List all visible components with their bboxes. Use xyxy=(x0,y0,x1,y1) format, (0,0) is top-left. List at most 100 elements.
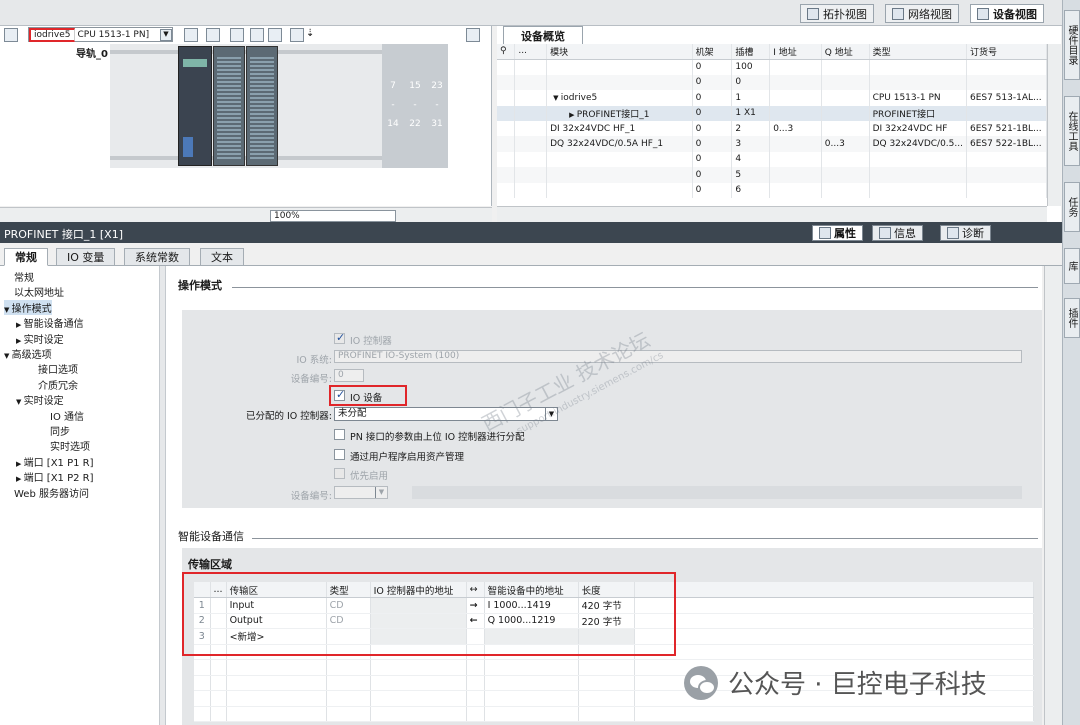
nav-item[interactable]: Web 服务器访问 xyxy=(4,485,89,500)
device-add-icon[interactable] xyxy=(4,28,18,42)
collapse-arrow-icon[interactable]: ▶ xyxy=(569,111,577,119)
nav-item[interactable]: IO 通信 xyxy=(40,408,84,423)
collapse-arrow-icon[interactable]: ▶ xyxy=(16,337,24,345)
collapse-arrow-icon[interactable]: ▶ xyxy=(16,321,24,329)
tab-io-tags[interactable]: IO 变量 xyxy=(56,248,116,266)
priority-startup-checkbox[interactable] xyxy=(334,468,345,479)
nav-item[interactable]: ▼ 实时设定 xyxy=(16,392,64,407)
filter-icon[interactable]: ⚲ xyxy=(497,44,516,60)
nav-item[interactable]: ▶ 实时设定 xyxy=(16,331,64,346)
info-button[interactable]: 信息 xyxy=(872,225,923,241)
tab-system-constants[interactable]: 系统常数 xyxy=(124,248,190,266)
grid-icon[interactable] xyxy=(250,28,264,42)
nav-item[interactable]: ▼ 高级选项 xyxy=(4,346,52,361)
module-cell: ▼ iodrive5 xyxy=(546,90,693,106)
module-icon[interactable] xyxy=(184,28,198,42)
expand-arrow-icon[interactable]: ▼ xyxy=(16,398,24,406)
tab-texts[interactable]: 文本 xyxy=(200,248,244,266)
nav-item[interactable]: 实时选项 xyxy=(40,438,90,453)
nav-item-label: 实时设定 xyxy=(23,396,64,408)
pn-param-checkbox[interactable] xyxy=(334,429,345,440)
nav-item-label: Web 服务器访问 xyxy=(14,488,89,500)
nav-item[interactable]: ▼ 操作模式 xyxy=(4,299,52,315)
overview-hscrollbar[interactable] xyxy=(497,206,1047,222)
rack-icon[interactable] xyxy=(206,28,220,42)
tab-topology-view[interactable]: 拓扑视图 xyxy=(800,4,874,23)
module-cell: ▶ PROFINET接口_1 xyxy=(546,105,693,121)
network-icon xyxy=(892,7,904,20)
overview-row[interactable]: DI 32x24VDC HF_1 0 2 0...3 DI 32x24VDC HF 6ES… xyxy=(497,120,1048,137)
module-cell xyxy=(546,182,693,198)
cpu-module[interactable] xyxy=(178,46,212,166)
nav-item-label: 端口 [X1 P2 R] xyxy=(23,473,94,485)
overview-row[interactable]: 06 xyxy=(497,182,1048,198)
side-tab-hardware-catalog[interactable]: 硬件目录 xyxy=(1064,10,1080,80)
nav-item[interactable]: ▶ 端口 [X1 P1 R] xyxy=(16,454,94,469)
side-tab-online-tools[interactable]: 在线工具 xyxy=(1064,96,1080,166)
io-device-checkbox[interactable] xyxy=(334,388,345,401)
transfer-row[interactable]: 2 Output CD ← Q 1000...1219 220 字节 xyxy=(194,613,1035,629)
nav-item[interactable]: 介质冗余 xyxy=(28,377,78,392)
collapse-arrow-icon[interactable]: ▶ xyxy=(16,460,24,468)
device-toolbar: iodrive5 CPU 1513-1 PN] ▼ ⇣ xyxy=(0,26,492,44)
nav-item[interactable]: 常规 xyxy=(4,269,34,284)
zoom-select[interactable]: 100% xyxy=(270,210,396,222)
module-cell: DQ 32x24VDC/0.5A HF_1 xyxy=(546,136,693,152)
diagnostics-button[interactable]: 诊断 xyxy=(940,225,991,241)
io-controller-checkbox[interactable] xyxy=(334,331,345,344)
overview-row[interactable]: 0 100 xyxy=(497,59,1048,75)
nav-item[interactable]: ▶ 端口 [X1 P2 R] xyxy=(16,469,94,484)
nav-item-label: 同步 xyxy=(50,427,70,438)
info-icon xyxy=(879,227,891,239)
properties-button[interactable]: 属性 xyxy=(812,225,863,241)
nav-item-label: 实时设定 xyxy=(23,334,64,346)
tab-device-overview[interactable]: 设备概览 xyxy=(503,26,583,44)
di-module[interactable] xyxy=(213,46,245,166)
topology-icon xyxy=(807,7,819,20)
overview-row[interactable]: DQ 32x24VDC/0.5A HF_1 0 3 0...3 DQ 32x24VDC/… xyxy=(497,136,1048,152)
nav-item[interactable]: ▶ 智能设备通信 xyxy=(16,315,84,330)
collapse-arrow-icon[interactable]: ▶ xyxy=(16,475,24,483)
transfer-row[interactable] xyxy=(194,706,1035,722)
overview-row[interactable]: ▼ iodrive5 0 1 CPU 1513-1 PN 6ES7 513-1AL... xyxy=(497,90,1048,106)
nav-item-label: 实时选项 xyxy=(50,442,90,454)
transfer-row[interactable]: 1 Input CD → I 1000...1419 420 字节 xyxy=(194,597,1035,614)
download-icon[interactable]: ⇣ xyxy=(306,28,314,39)
device-name: iodrive5 xyxy=(29,27,75,42)
tab-device-view[interactable]: 设备视图 xyxy=(970,4,1044,23)
expand-arrow-icon[interactable]: ▼ xyxy=(4,306,12,314)
device-hscrollbar[interactable]: 100% xyxy=(0,207,492,223)
tab-network-view[interactable]: 网络视图 xyxy=(885,4,959,23)
module-cell xyxy=(546,167,693,183)
nav-item-label: 端口 [X1 P1 R] xyxy=(23,457,94,469)
expand-arrow-icon[interactable]: ▼ xyxy=(4,352,12,360)
asset-management-checkbox[interactable] xyxy=(334,449,345,460)
overview-row[interactable]: 04 xyxy=(497,151,1048,168)
overview-row[interactable]: 00 xyxy=(497,74,1048,91)
transfer-row[interactable]: 3 <新增> xyxy=(194,628,1035,645)
nav-item[interactable]: 接口选项 xyxy=(28,361,78,376)
overview-row[interactable]: 05 xyxy=(497,167,1048,183)
device-type: CPU 1513-1 PN] xyxy=(77,29,150,40)
transfer-row[interactable] xyxy=(194,644,1035,660)
chevron-down-icon[interactable]: ▼ xyxy=(160,29,172,41)
overview-vscrollbar[interactable] xyxy=(1047,44,1061,206)
nav-item[interactable]: 以太网地址 xyxy=(4,284,64,299)
panel-icon[interactable] xyxy=(466,28,480,42)
dq-module[interactable] xyxy=(246,46,278,166)
side-tab-libraries[interactable]: 库 xyxy=(1064,248,1080,284)
tab-general[interactable]: 常规 xyxy=(4,248,48,266)
nav-item[interactable]: 同步 xyxy=(40,423,70,438)
overview-row[interactable]: ▶ PROFINET接口_1 0 1 X1 PROFINET接口 xyxy=(497,105,1048,121)
module-cell xyxy=(546,74,693,91)
nav-item-label: 介质冗余 xyxy=(38,380,78,392)
expand-arrow-icon[interactable]: ▼ xyxy=(553,94,561,102)
content-vscrollbar[interactable] xyxy=(1044,266,1062,725)
device-select-combo[interactable]: iodrive5 CPU 1513-1 PN] xyxy=(28,27,173,42)
wechat-icon xyxy=(684,665,718,700)
columns-icon[interactable] xyxy=(268,28,282,42)
zoom-in-icon[interactable] xyxy=(290,28,304,42)
pen-icon[interactable] xyxy=(230,28,244,42)
side-tab-addins[interactable]: 插件 xyxy=(1064,298,1080,338)
side-tab-tasks[interactable]: 任务 xyxy=(1064,182,1080,232)
